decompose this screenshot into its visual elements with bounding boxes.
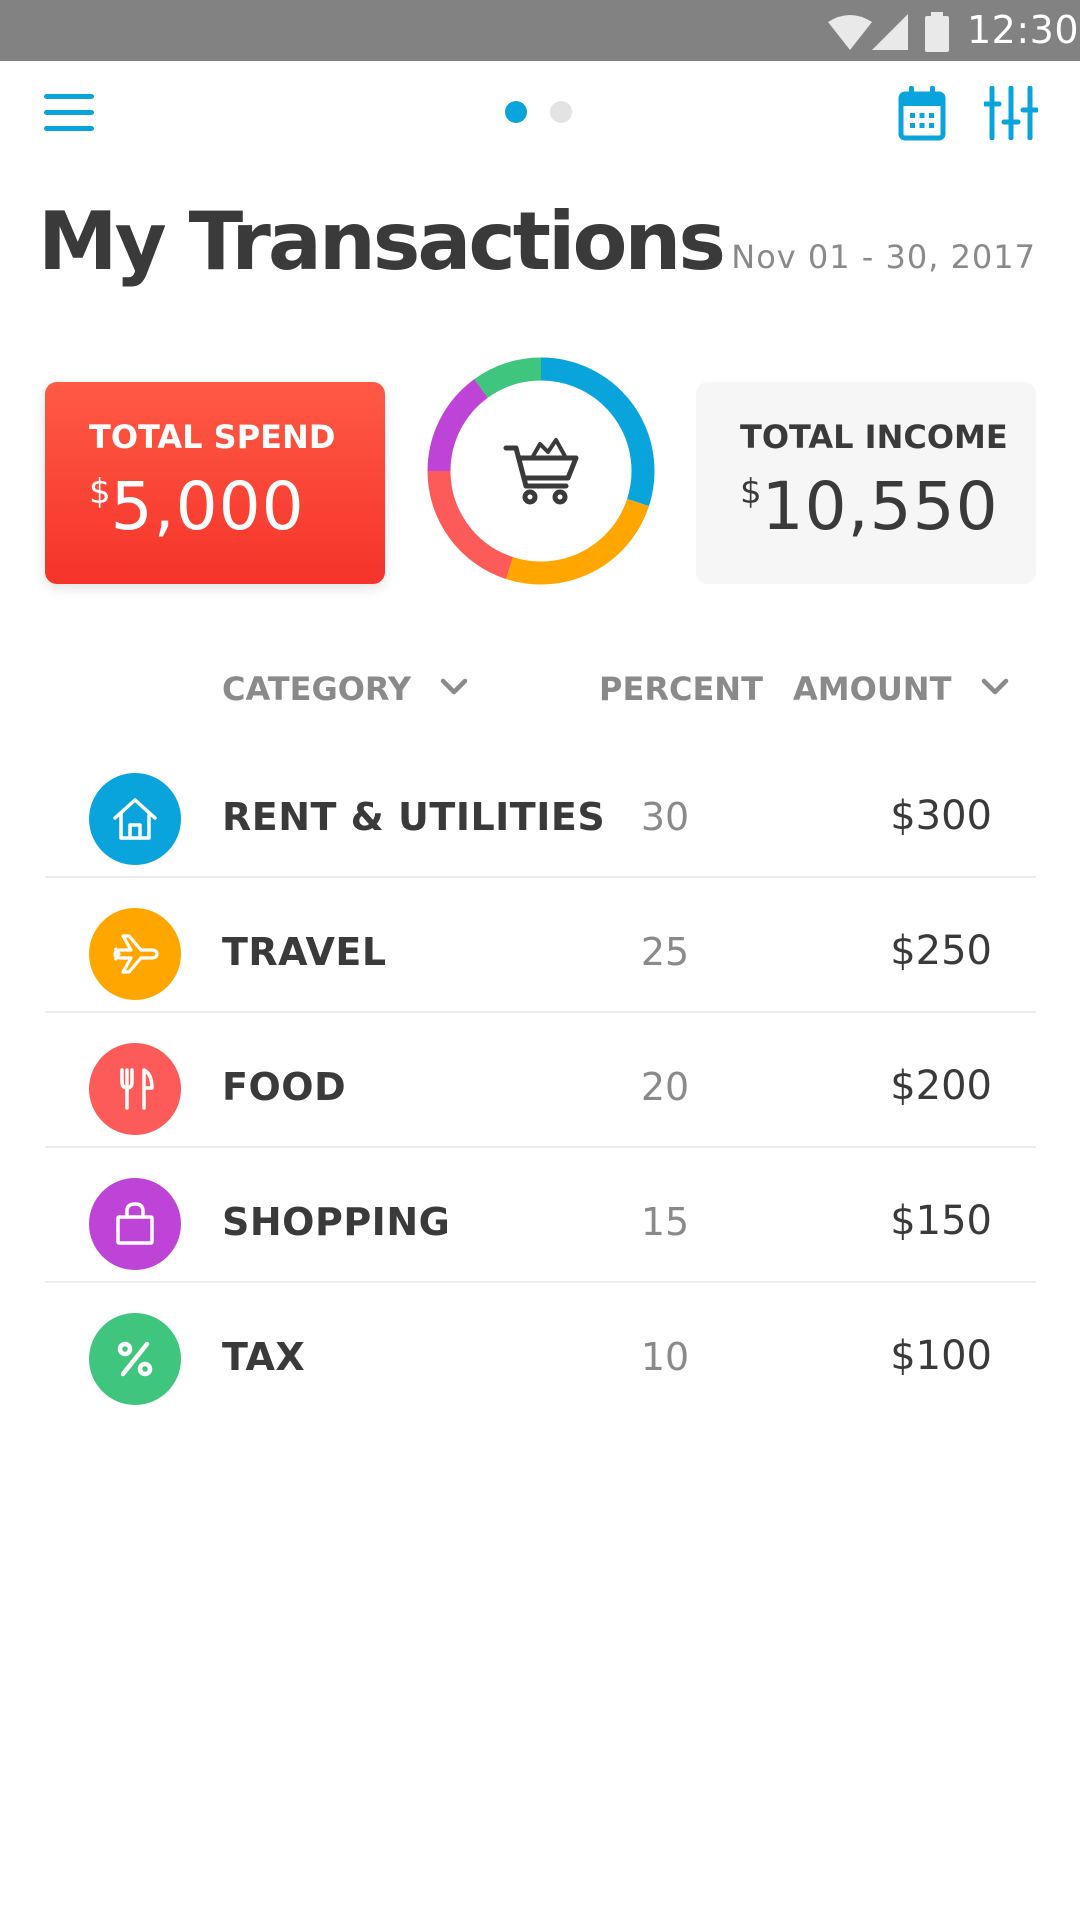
category-icon-badge bbox=[89, 908, 181, 1000]
category-amount: $250 bbox=[890, 928, 992, 974]
category-row-tax[interactable]: TAX 10 $100 bbox=[45, 1283, 1036, 1418]
total-spend-value: 5,000 bbox=[110, 468, 305, 545]
donut-segment-1 bbox=[540, 357, 655, 507]
hamburger-icon-bar bbox=[44, 110, 94, 115]
percent-icon bbox=[117, 1341, 153, 1377]
percent-header: PERCENT bbox=[599, 670, 763, 708]
category-percent: 15 bbox=[640, 1200, 690, 1244]
category-icon-badge bbox=[89, 1313, 181, 1405]
donut-segment-5 bbox=[474, 357, 542, 399]
total-spend-label: TOTAL SPEND bbox=[89, 418, 336, 456]
hamburger-icon-bar bbox=[44, 94, 94, 99]
status-bar: 12:30 bbox=[0, 0, 1080, 61]
category-header-label: CATEGORY bbox=[222, 670, 411, 708]
category-name: SHOPPING bbox=[222, 1200, 451, 1244]
amount-sort-header[interactable]: AMOUNT bbox=[793, 670, 1009, 708]
donut-segment-4 bbox=[427, 379, 489, 472]
filter-sliders-icon[interactable] bbox=[984, 86, 1038, 140]
category-row-travel[interactable]: TRAVEL 25 $250 bbox=[45, 878, 1036, 1013]
category-amount: $100 bbox=[890, 1333, 992, 1379]
category-row-shopping[interactable]: SHOPPING 15 $150 bbox=[45, 1148, 1036, 1283]
total-spend-amount: $5,000 bbox=[89, 468, 385, 545]
page-dot-2[interactable] bbox=[550, 101, 572, 123]
currency-symbol: $ bbox=[89, 472, 111, 512]
signal-icon bbox=[872, 14, 908, 50]
amount-header-label: AMOUNT bbox=[793, 670, 952, 708]
page-dot-1[interactable] bbox=[505, 101, 527, 123]
airplane-icon bbox=[113, 934, 159, 974]
wifi-icon bbox=[828, 15, 872, 50]
currency-symbol: $ bbox=[740, 472, 762, 512]
category-amount: $200 bbox=[890, 1063, 992, 1109]
category-amount: $150 bbox=[890, 1198, 992, 1244]
shopping-bag-icon bbox=[116, 1202, 154, 1245]
category-percent: 20 bbox=[640, 1065, 690, 1109]
chevron-down-icon bbox=[981, 678, 1008, 695]
category-name: RENT & UTILITIES bbox=[222, 795, 606, 839]
category-row-rent-utilities[interactable]: RENT & UTILITIES 30 $300 bbox=[45, 743, 1036, 878]
category-icon-badge bbox=[89, 773, 181, 865]
category-row-food[interactable]: FOOD 20 $200 bbox=[45, 1013, 1036, 1148]
category-name: TRAVEL bbox=[222, 930, 387, 974]
total-income-amount: $10,550 bbox=[740, 468, 1036, 545]
battery-icon bbox=[925, 12, 949, 52]
donut-segments bbox=[427, 357, 655, 585]
total-income-label: TOTAL INCOME bbox=[740, 418, 1008, 456]
spending-donut-chart[interactable] bbox=[426, 356, 656, 586]
percent-header-label: PERCENT bbox=[599, 670, 763, 708]
clock: 12:30 bbox=[967, 8, 1080, 52]
category-amount: $300 bbox=[890, 793, 992, 839]
hamburger-icon-bar bbox=[44, 126, 94, 131]
category-icon-badge bbox=[89, 1043, 181, 1135]
category-name: FOOD bbox=[222, 1065, 347, 1109]
category-percent: 30 bbox=[640, 795, 690, 839]
category-percent: 25 bbox=[640, 930, 690, 974]
category-percent: 10 bbox=[640, 1335, 690, 1379]
shopping-cart-icon bbox=[503, 438, 579, 505]
date-range[interactable]: Nov 01 - 30, 2017 bbox=[731, 238, 1036, 276]
category-sort-header[interactable]: CATEGORY bbox=[222, 670, 468, 708]
menu-button[interactable] bbox=[44, 94, 94, 132]
page-title: My Transactions bbox=[38, 195, 726, 288]
total-income-value: 10,550 bbox=[761, 468, 999, 545]
fork-knife-icon bbox=[120, 1068, 154, 1110]
chevron-down-icon bbox=[440, 678, 468, 695]
donut-segment-2 bbox=[505, 498, 649, 585]
donut-segment-3 bbox=[427, 470, 514, 579]
category-name: TAX bbox=[222, 1335, 306, 1379]
total-spend-card[interactable]: TOTAL SPEND $5,000 bbox=[45, 382, 385, 584]
total-income-card[interactable]: TOTAL INCOME $10,550 bbox=[696, 382, 1036, 584]
calendar-icon[interactable] bbox=[898, 84, 946, 142]
category-icon-badge bbox=[89, 1178, 181, 1270]
house-icon bbox=[113, 798, 157, 840]
